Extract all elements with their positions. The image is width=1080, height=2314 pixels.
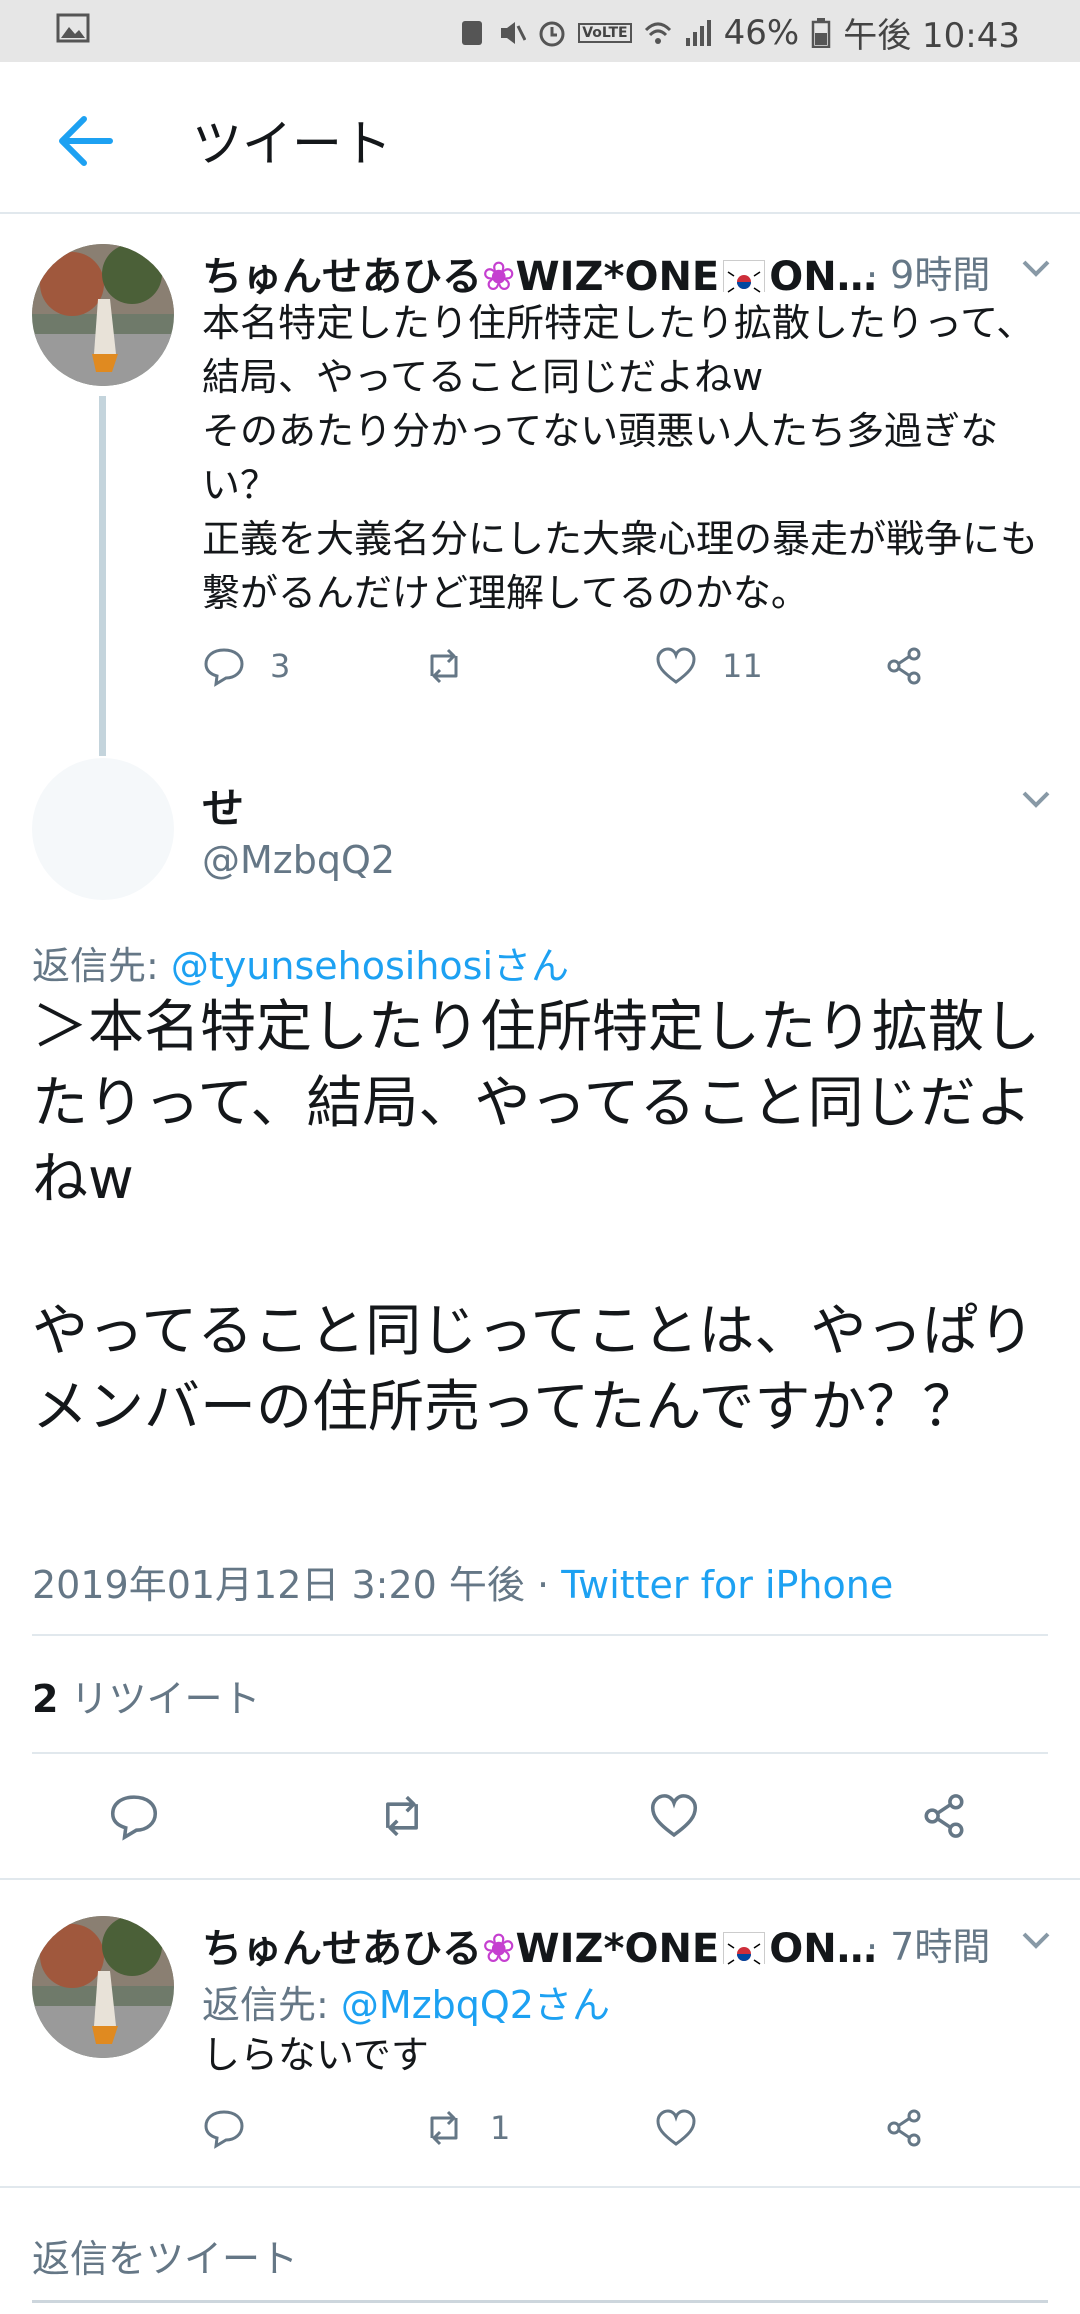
- reply-to-label: 返信先:: [202, 1983, 329, 2027]
- reply-count: 3: [270, 647, 291, 685]
- display-name[interactable]: ちゅんせあひる❀WIZ*ONE ON…: [202, 244, 877, 302]
- share-icon: [887, 2109, 921, 2147]
- tweet-actions: 1: [202, 2106, 962, 2166]
- reply-icon: [110, 1795, 158, 1841]
- retweet-label: リツイート: [70, 1677, 261, 1721]
- share-button[interactable]: [882, 644, 926, 688]
- gallery-icon: [56, 12, 90, 52]
- reply-to-label: 返信先:: [32, 944, 159, 988]
- korea-flag-icon: [723, 1932, 766, 1969]
- tweet-time: · 7時間: [866, 1925, 991, 1969]
- like-count: 11: [722, 647, 763, 685]
- clock: 午後 10:43: [843, 16, 1020, 56]
- arrow-left-icon: [59, 116, 113, 166]
- separator: ·: [537, 1563, 550, 1607]
- mute-icon: [501, 21, 527, 44]
- recycle-icon: [462, 20, 483, 45]
- retweet-button[interactable]: [422, 644, 466, 688]
- heart-icon: [656, 647, 696, 684]
- app-bar: ツイート: [0, 62, 1080, 214]
- compose-underline: [32, 2300, 1048, 2303]
- reply-to: 返信先: @tyunsehosihosiさん: [32, 935, 569, 990]
- share-icon: [924, 1794, 964, 1838]
- reply-to-user-link[interactable]: @MzbqQ2さん: [341, 1983, 610, 2027]
- battery-icon: [811, 17, 831, 48]
- retweet-button[interactable]: 1: [422, 2106, 510, 2150]
- tweet-source-link[interactable]: Twitter for iPhone: [561, 1563, 893, 1607]
- korea-flag-icon: [723, 260, 766, 297]
- retweet-button[interactable]: [376, 1790, 428, 1842]
- reply-button[interactable]: [202, 2106, 246, 2150]
- tweet-timestamp: 2019年01月12日 3:20 午後: [32, 1563, 525, 1607]
- reply-icon: [204, 2110, 244, 2149]
- tweet-actions: 3 11: [202, 644, 962, 704]
- flower-icon: ❀: [482, 1926, 516, 1972]
- retweet-count: 1: [490, 2109, 511, 2147]
- avatar[interactable]: [32, 244, 174, 386]
- avatar[interactable]: [32, 758, 174, 900]
- chevron-down-icon[interactable]: [1016, 254, 1056, 284]
- back-button[interactable]: [50, 106, 120, 176]
- heart-icon: [650, 1794, 698, 1838]
- tweet-time: · 9時間: [866, 253, 991, 297]
- status-bar: VoLTE 46% 午後 10:43: [0, 0, 1080, 62]
- reply-icon: [204, 648, 244, 687]
- page-title: ツイート: [192, 115, 392, 173]
- tweet-text: しらないです: [202, 2033, 429, 2077]
- reply-compose-input[interactable]: 返信をツイート: [32, 2228, 298, 2283]
- user-handle[interactable]: @MzbqQ2: [202, 838, 395, 882]
- reply-tweet[interactable]: ちゅんせあひる❀WIZ*ONE ON… · 7時間 返信先: @MzbqQ2さん …: [0, 1880, 1080, 2186]
- reply-button[interactable]: [108, 1790, 160, 1842]
- chevron-down-icon[interactable]: [1016, 1926, 1056, 1956]
- reply-to-user-link[interactable]: @tyunsehosihosiさん: [171, 944, 569, 988]
- volte-label: VoLTE: [578, 22, 632, 43]
- flower-icon: ❀: [482, 254, 516, 300]
- display-name[interactable]: せ: [202, 775, 244, 836]
- thread-line: [99, 396, 106, 756]
- like-button[interactable]: 11: [654, 644, 763, 688]
- chevron-down-icon[interactable]: [1016, 785, 1056, 815]
- retweet-icon: [386, 1795, 418, 1837]
- share-icon: [887, 647, 921, 685]
- like-button[interactable]: [654, 2106, 698, 2150]
- tweet-text: 本名特定したり住所特定したり拡散したりって、結局、やってること同じだよねw その…: [202, 301, 1039, 615]
- retweet-count: 2: [32, 1677, 59, 1721]
- wifi-icon: [644, 22, 671, 44]
- battery-percent: 46%: [723, 12, 800, 53]
- share-button[interactable]: [918, 1790, 970, 1842]
- signal-icon: [685, 19, 711, 46]
- retweet-icon: [430, 2110, 458, 2146]
- reply-to: 返信先: @MzbqQ2さん: [202, 1974, 610, 2029]
- main-tweet-actions: [0, 1790, 1080, 1850]
- tweet-timestamp-line: 2019年01月12日 3:20 午後 · Twitter for iPhone: [32, 1554, 893, 1609]
- tweet-text: ＞本名特定したり住所特定したり拡散したりって、結局、やってること同じだよねw や…: [32, 995, 1040, 1440]
- retweet-stats[interactable]: 2 リツイート: [32, 1668, 261, 1723]
- divider: [32, 1634, 1048, 1636]
- display-name[interactable]: ちゅんせあひる❀WIZ*ONE ON…: [202, 1916, 877, 1974]
- retweet-icon: [430, 648, 458, 684]
- share-button[interactable]: [882, 2106, 926, 2150]
- heart-icon: [656, 2109, 696, 2146]
- like-button[interactable]: [648, 1790, 700, 1842]
- alarm-icon: [539, 21, 565, 46]
- reply-button[interactable]: 3: [202, 644, 290, 688]
- avatar[interactable]: [32, 1916, 174, 2058]
- divider: [0, 2186, 1080, 2188]
- divider: [32, 1752, 1048, 1754]
- parent-tweet[interactable]: ちゅんせあひる❀WIZ*ONE ON… · 9時間 本名特定したり住所特定したり拡…: [0, 214, 1080, 756]
